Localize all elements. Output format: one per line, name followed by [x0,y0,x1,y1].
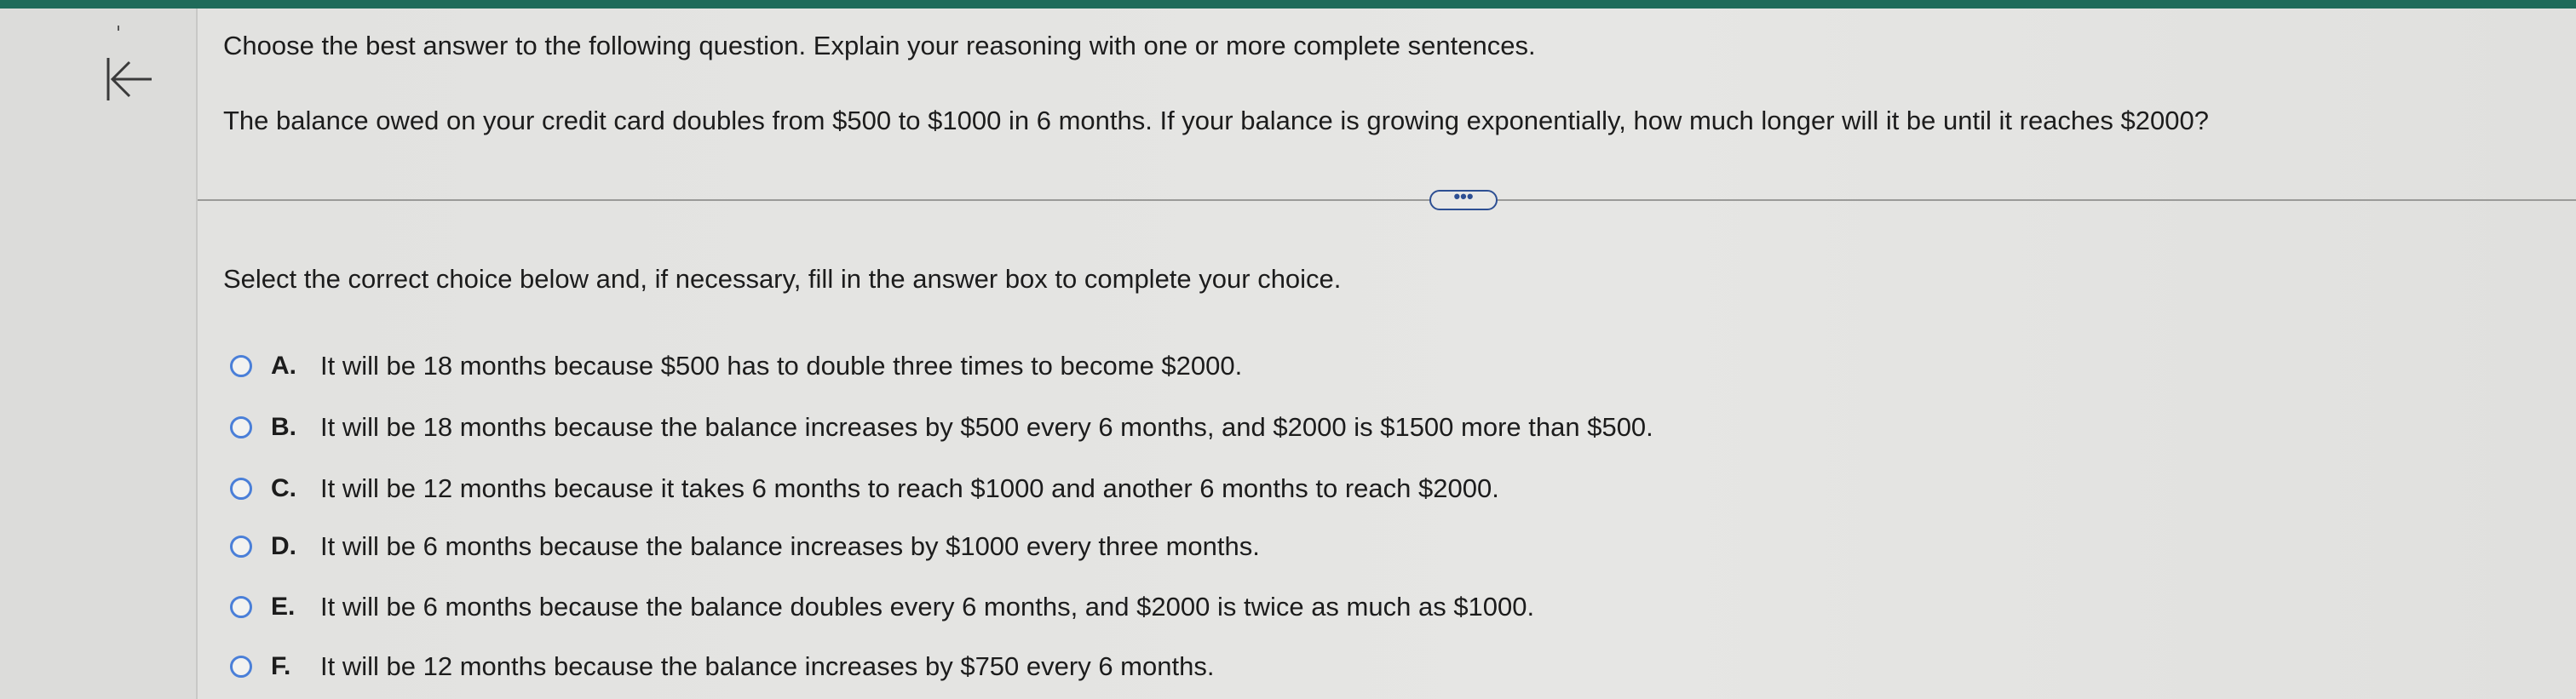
choice-text: It will be 18 months because the balance… [320,412,1653,442]
collapse-button[interactable] [101,53,162,107]
choice-text: It will be 18 months because $500 has to… [320,351,1243,381]
choice-d[interactable]: D. It will be 6 months because the balan… [230,525,1260,568]
choice-text: It will be 6 months because the balance … [320,592,1535,622]
choice-letter: D. [271,532,296,560]
collapse-left-icon [106,58,152,100]
instruction-text: Choose the best answer to the following … [223,31,1536,60]
choice-f[interactable]: F. It will be 12 months because the bala… [230,645,1214,688]
choice-letter: E. [271,593,296,621]
choice-e[interactable]: E. It will be 6 months because the balan… [230,586,1534,628]
radio-button[interactable] [230,656,252,678]
top-accent-bar [0,0,2576,9]
choice-text: It will be 12 months because it takes 6 … [320,473,1499,503]
radio-button[interactable] [230,536,252,558]
choice-letter: C. [271,474,296,502]
choice-c[interactable]: C. It will be 12 months because it takes… [230,467,1499,510]
radio-button[interactable] [230,478,252,500]
tick-mark [118,26,119,31]
choice-letter: A. [271,352,296,380]
more-button[interactable]: ••• [1429,187,1498,210]
radio-button[interactable] [230,355,252,377]
choice-text: It will be 12 months because the balance… [320,651,1215,681]
choice-b[interactable]: B. It will be 18 months because the bala… [230,406,1653,449]
choice-letter: F. [271,652,291,680]
section-divider [198,199,2576,201]
choice-a[interactable]: A. It will be 18 months because $500 has… [230,345,1242,387]
select-prompt: Select the correct choice below and, if … [223,264,1342,294]
left-pane [0,9,196,699]
choice-letter: B. [271,413,296,441]
radio-button[interactable] [230,596,252,618]
radio-button[interactable] [230,416,252,438]
question-text: The balance owed on your credit card dou… [223,106,2209,135]
choice-text: It will be 6 months because the balance … [320,531,1260,561]
